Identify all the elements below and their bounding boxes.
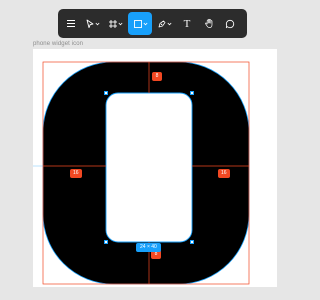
frame-hash-icon [108, 19, 118, 29]
comment-bubble-icon [225, 19, 235, 29]
frame-tool-button[interactable] [105, 12, 126, 35]
resize-handle-top-right[interactable] [190, 91, 194, 95]
selection-dimensions-badge: 24 × 40 [136, 243, 161, 252]
top-distance-badge: 8 [152, 72, 162, 81]
figma-editor-stage: T phone widget icon 8 16 16 8 24 × 40 [0, 0, 300, 300]
cursor-arrow-icon [85, 19, 95, 29]
rectangle-icon [133, 19, 143, 29]
pen-tool-button[interactable] [154, 12, 175, 35]
resize-handle-bottom-right[interactable] [190, 240, 194, 244]
toolbar: T [58, 9, 247, 38]
shape-tool-button[interactable] [128, 12, 152, 35]
text-t-icon: T [183, 17, 191, 30]
move-tool-button[interactable] [82, 12, 103, 35]
chevron-down-icon [167, 22, 172, 26]
chevron-down-icon [143, 22, 148, 26]
main-menu-button[interactable] [62, 12, 80, 35]
resize-handle-top-left[interactable] [104, 91, 108, 95]
chevron-down-icon [95, 22, 100, 26]
hamburger-menu-icon [66, 19, 76, 28]
chevron-down-icon [118, 22, 123, 26]
hand-icon [204, 18, 215, 29]
hand-tool-button[interactable] [199, 12, 219, 35]
frame-label[interactable]: phone widget icon [33, 41, 83, 47]
resize-handle-bottom-left[interactable] [104, 240, 108, 244]
pen-nib-icon [157, 19, 167, 29]
comment-tool-button[interactable] [221, 12, 239, 35]
right-distance-badge: 16 [218, 169, 230, 178]
left-distance-badge: 16 [70, 169, 82, 178]
text-tool-button[interactable]: T [177, 12, 197, 35]
